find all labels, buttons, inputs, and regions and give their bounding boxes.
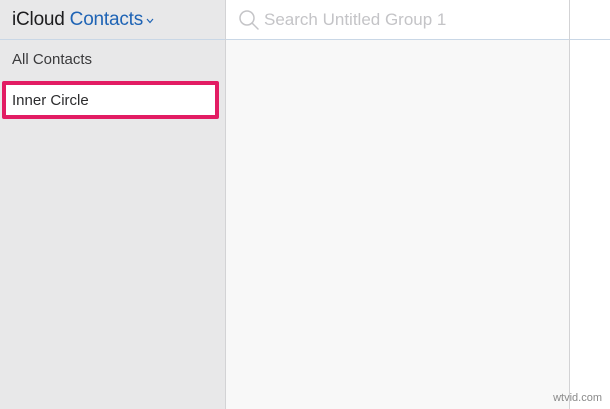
contacts-app: iCloud Contacts All Contacts Inner Circl… bbox=[0, 0, 610, 409]
group-name-field[interactable] bbox=[2, 81, 219, 119]
app-switcher-button[interactable]: Contacts bbox=[70, 9, 154, 31]
watermark: wtvid.com bbox=[553, 392, 602, 404]
sidebar-item-all-contacts[interactable]: All Contacts bbox=[0, 40, 225, 80]
sidebar-item-label: All Contacts bbox=[12, 51, 93, 68]
app-name-label: Contacts bbox=[69, 8, 144, 30]
contact-list-pane bbox=[226, 0, 570, 409]
search-bar bbox=[226, 0, 569, 40]
sidebar-header: iCloud Contacts bbox=[0, 0, 225, 40]
group-list: All Contacts bbox=[0, 40, 225, 120]
brand-label: iCloud bbox=[12, 8, 65, 30]
chevron-down-icon bbox=[146, 18, 154, 23]
sidebar: iCloud Contacts All Contacts bbox=[0, 0, 226, 409]
detail-header bbox=[570, 0, 610, 40]
search-input[interactable] bbox=[264, 9, 544, 30]
search-icon bbox=[239, 9, 259, 30]
contact-detail-pane bbox=[570, 0, 610, 409]
sidebar-item-new-group[interactable] bbox=[0, 80, 225, 120]
